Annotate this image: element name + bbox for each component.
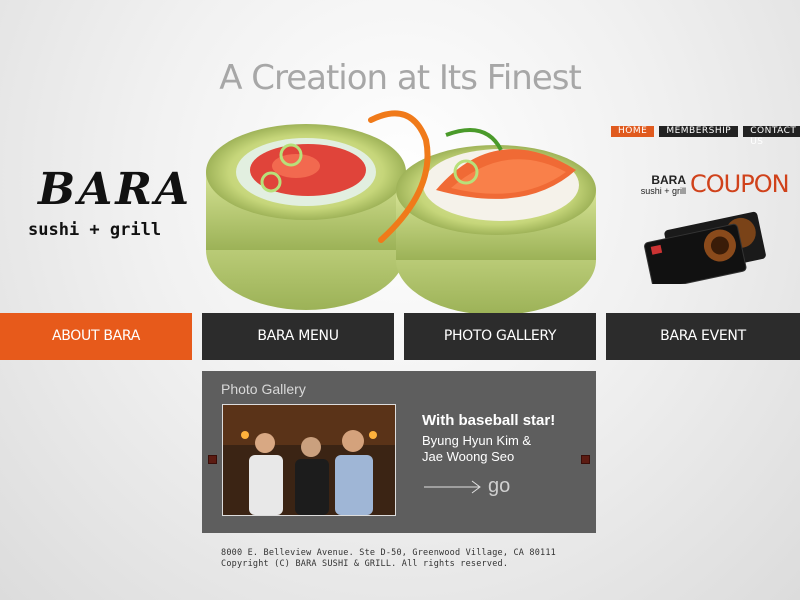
site-logo[interactable]: BARA sushi + grill bbox=[28, 164, 193, 241]
coupon-cards-image bbox=[644, 211, 766, 284]
coupon-banner[interactable]: BARA sushi + grill COUPON bbox=[636, 170, 796, 285]
footer-address: 8000 E. Belleview Avenue. Ste D-50, Gree… bbox=[221, 548, 556, 558]
nav-membership[interactable]: MEMBERSHIP bbox=[659, 126, 739, 137]
nav-home[interactable]: HOME bbox=[611, 126, 655, 137]
caption-names: Byung Hyun Kim & Jae Woong Seo bbox=[422, 433, 572, 465]
logo-sub-text: sushi + grill bbox=[28, 220, 162, 240]
go-link[interactable]: go bbox=[424, 475, 514, 499]
tagline: A Creation at Its Finest bbox=[219, 58, 582, 98]
nav-about-bara[interactable]: ABOUT BARA bbox=[0, 313, 192, 360]
top-nav: HOME MEMBERSHIP CONTACT US bbox=[611, 126, 800, 147]
photo-gallery-panel: Photo Gallery With baseball star! Byung … bbox=[202, 371, 596, 533]
coupon-brand: BARA sushi + grill bbox=[636, 173, 686, 197]
nav-contact-us[interactable]: CONTACT US bbox=[743, 126, 800, 147]
footer: 8000 E. Belleview Avenue. Ste D-50, Gree… bbox=[221, 548, 556, 570]
coupon-brand-sub: sushi + grill bbox=[640, 186, 686, 196]
sushi-hero-image bbox=[206, 110, 596, 315]
caption-title: With baseball star! bbox=[422, 412, 556, 429]
footer-copyright: Copyright (C) BARA SUSHI & GRILL. All ri… bbox=[221, 559, 509, 569]
main-nav: ABOUT BARA BARA MENU PHOTO GALLERY BARA … bbox=[0, 313, 800, 360]
nav-bara-menu[interactable]: BARA MENU bbox=[202, 313, 394, 360]
nav-bara-event[interactable]: BARA EVENT bbox=[606, 313, 800, 360]
prev-arrow-icon[interactable] bbox=[208, 455, 217, 464]
go-label: go bbox=[488, 475, 511, 497]
caption-line-2: Jae Woong Seo bbox=[422, 449, 515, 464]
coupon-label: COUPON bbox=[690, 170, 790, 198]
caption-line-1: Byung Hyun Kim & bbox=[422, 433, 532, 448]
gallery-photo-image bbox=[223, 405, 395, 515]
gallery-photo[interactable] bbox=[222, 404, 396, 516]
gallery-title: Photo Gallery bbox=[221, 381, 306, 397]
next-arrow-icon[interactable] bbox=[581, 455, 590, 464]
logo-main-text: BARA bbox=[38, 164, 193, 215]
coupon-brand-name: BARA bbox=[651, 173, 686, 187]
nav-photo-gallery[interactable]: PHOTO GALLERY bbox=[404, 313, 596, 360]
arrow-right-icon bbox=[424, 480, 481, 494]
